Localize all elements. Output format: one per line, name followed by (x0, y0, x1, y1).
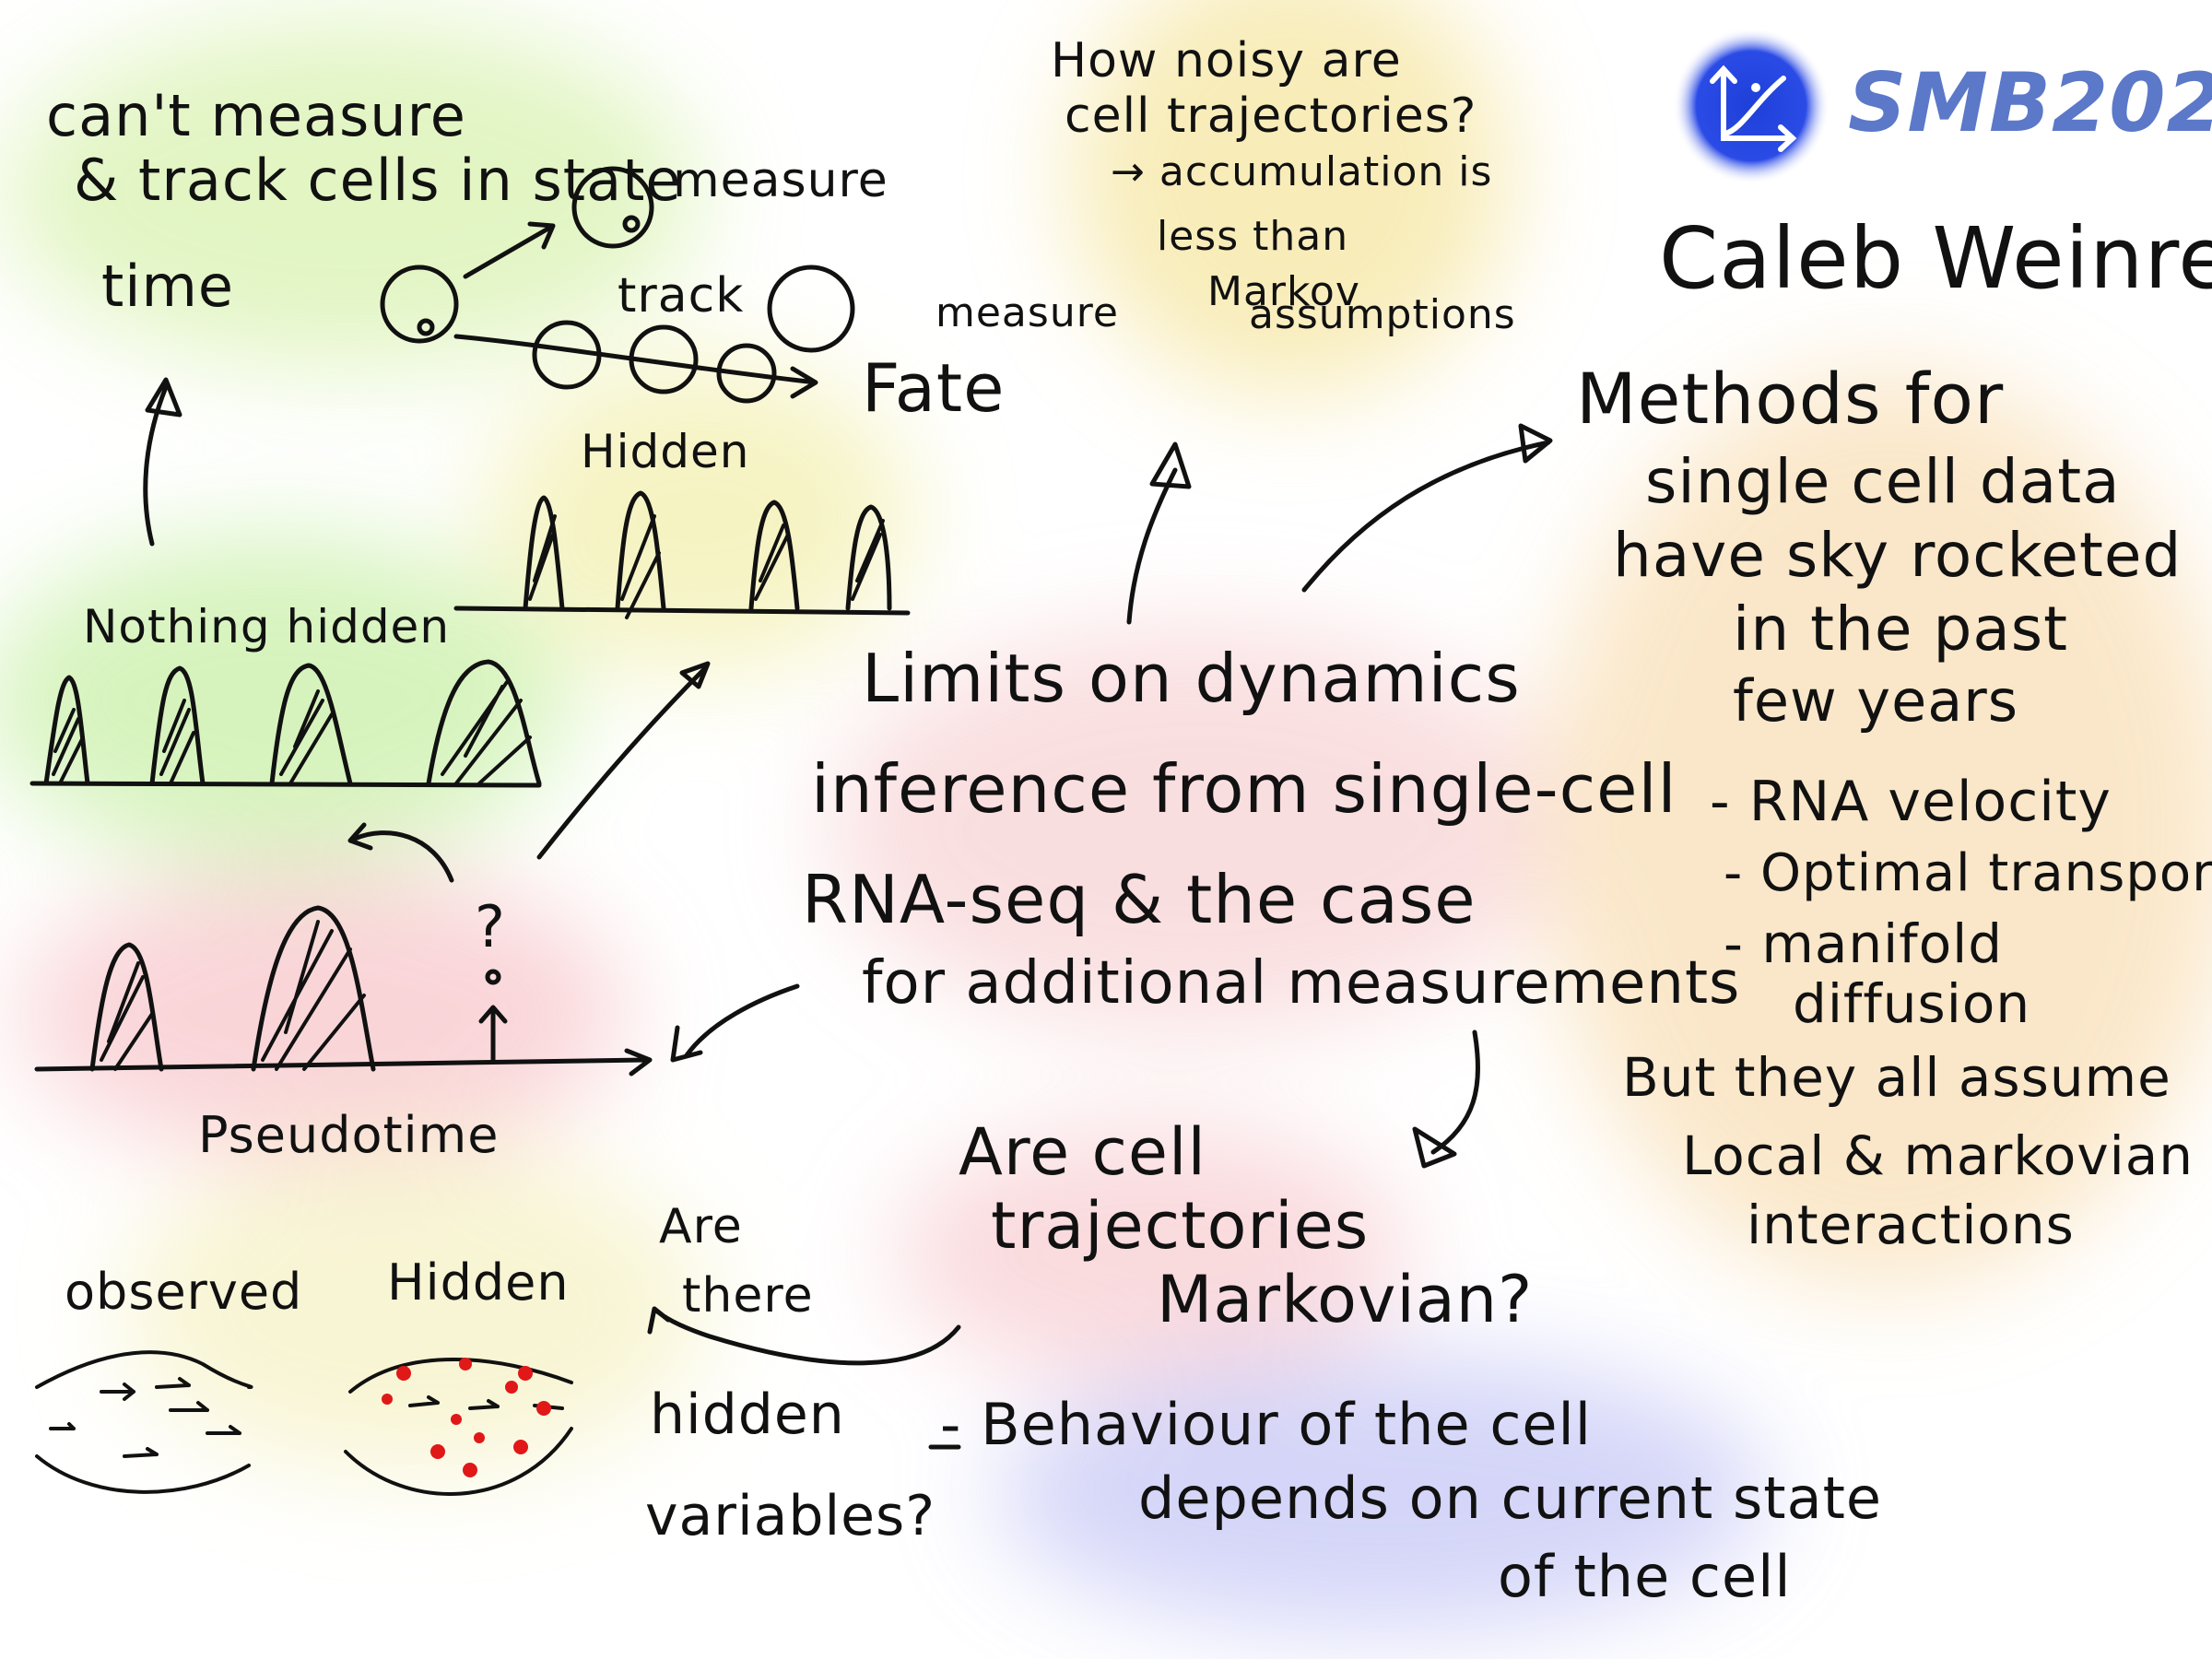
markov-line-3: Markovian? (1157, 1262, 1534, 1337)
problem-line-2: & track cells in state (74, 147, 682, 214)
noise-line-6: assumptions (1249, 291, 1516, 338)
method-item-2: - Optimal transport (1724, 843, 2212, 903)
caveat-line-3: interactions (1747, 1194, 2075, 1256)
hidden-vars-line-1: Are (659, 1199, 743, 1254)
central-title-line-4: for additional measurements (862, 949, 1741, 1018)
hidden-vars-line-3: hidden (650, 1382, 845, 1447)
methods-line-3: have sky rocketed (1613, 520, 2183, 591)
markov-line-2: trajectories (991, 1188, 1370, 1264)
definition-line-1: - Behaviour of the cell (940, 1391, 1592, 1458)
cell-fate (767, 265, 855, 353)
method-item-3: - manifold (1724, 912, 2004, 975)
hidden-vars-line-2: there (682, 1268, 814, 1324)
arrow-to-methods (1301, 423, 1553, 593)
noise-line-4: less than (1157, 213, 1349, 260)
observed-label: observed (65, 1263, 303, 1321)
hidden-drawing-label: Hidden (387, 1253, 570, 1312)
question-mark: ? (475, 893, 506, 960)
noise-line-3: → accumulation is (1111, 148, 1493, 195)
noise-line-1: How noisy are (1051, 33, 1402, 88)
pseudotime-label: Pseudotime (198, 1106, 500, 1164)
logo-text: SMB2020 (1848, 55, 2212, 150)
hidden-vars-line-4: variables? (645, 1484, 936, 1548)
speaker-name: Caleb Weinreb (1659, 209, 2212, 308)
measure-fate-label: measure (935, 289, 1119, 336)
observed-bottom-curve (35, 1454, 251, 1494)
definition-line-3: of the cell (1498, 1543, 1792, 1610)
markov-line-1: Are cell (959, 1114, 1206, 1190)
arrow-up-to-noise (1126, 441, 1192, 625)
noise-line-2: cell trajectories? (1065, 88, 1477, 144)
methods-line-1: Methods for (1576, 358, 2005, 440)
arrow-to-pseudotime (670, 983, 800, 1063)
track-label: track (618, 268, 745, 324)
methods-line-4: in the past (1733, 594, 2069, 665)
caveat-line-2: Local & markovian (1682, 1124, 2194, 1187)
problem-line-1: can't measure (46, 82, 466, 149)
problem-line-3: time (101, 253, 235, 320)
arrow-to-markov (1412, 1030, 1481, 1169)
caveat-line-1: But they all assume (1622, 1046, 2171, 1109)
central-title-line-3: RNA-seq & the case (802, 861, 1477, 938)
central-title-line-1: Limits on dynamics (862, 640, 1521, 717)
logo-badge (1673, 28, 1830, 184)
fate-label: Fate (862, 349, 1006, 427)
definition-line-2: depends on current state (1138, 1465, 1883, 1532)
left-up-arrow (143, 377, 182, 547)
nothing-hidden-label: Nothing hidden (83, 600, 451, 653)
methods-line-5: few years (1733, 667, 2019, 735)
method-item-4: diffusion (1793, 972, 2031, 1035)
hidden-plot-label: Hidden (581, 425, 750, 478)
smb-logo (1673, 28, 1830, 184)
methods-line-2: single cell data (1645, 446, 2121, 517)
central-title-line-2: inference from single-cell (811, 750, 1677, 828)
measure-label: measure (673, 153, 888, 208)
nothing-hidden-axis (29, 781, 542, 788)
method-item-1: - RNA velocity (1710, 770, 2112, 834)
